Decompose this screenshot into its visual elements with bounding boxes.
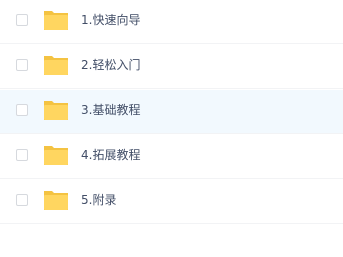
file-name[interactable]: 4.拓展教程 xyxy=(81,147,140,163)
row-checkbox[interactable] xyxy=(16,14,28,26)
list-item[interactable]: 4.拓展教程 xyxy=(0,135,343,179)
list-item[interactable]: 2.轻松入门 xyxy=(0,45,343,89)
folder-icon xyxy=(44,11,68,30)
folder-icon xyxy=(44,191,68,210)
row-checkbox[interactable] xyxy=(16,59,28,71)
row-checkbox[interactable] xyxy=(16,104,28,116)
folder-icon xyxy=(44,101,68,120)
file-name[interactable]: 2.轻松入门 xyxy=(81,57,140,73)
folder-icon xyxy=(44,146,68,165)
row-checkbox[interactable] xyxy=(16,149,28,161)
list-item[interactable]: 3.基础教程 xyxy=(0,90,343,134)
list-item[interactable]: 1.快速向导 xyxy=(0,0,343,44)
file-name[interactable]: 1.快速向导 xyxy=(81,12,140,28)
file-name[interactable]: 5.附录 xyxy=(81,192,116,208)
folder-icon xyxy=(44,56,68,75)
file-name[interactable]: 3.基础教程 xyxy=(81,102,140,118)
row-checkbox[interactable] xyxy=(16,194,28,206)
file-list: 1.快速向导 2.轻松入门 3.基础教程 4.拓展教程 5.附录 xyxy=(0,0,343,257)
list-item[interactable]: 5.附录 xyxy=(0,180,343,224)
